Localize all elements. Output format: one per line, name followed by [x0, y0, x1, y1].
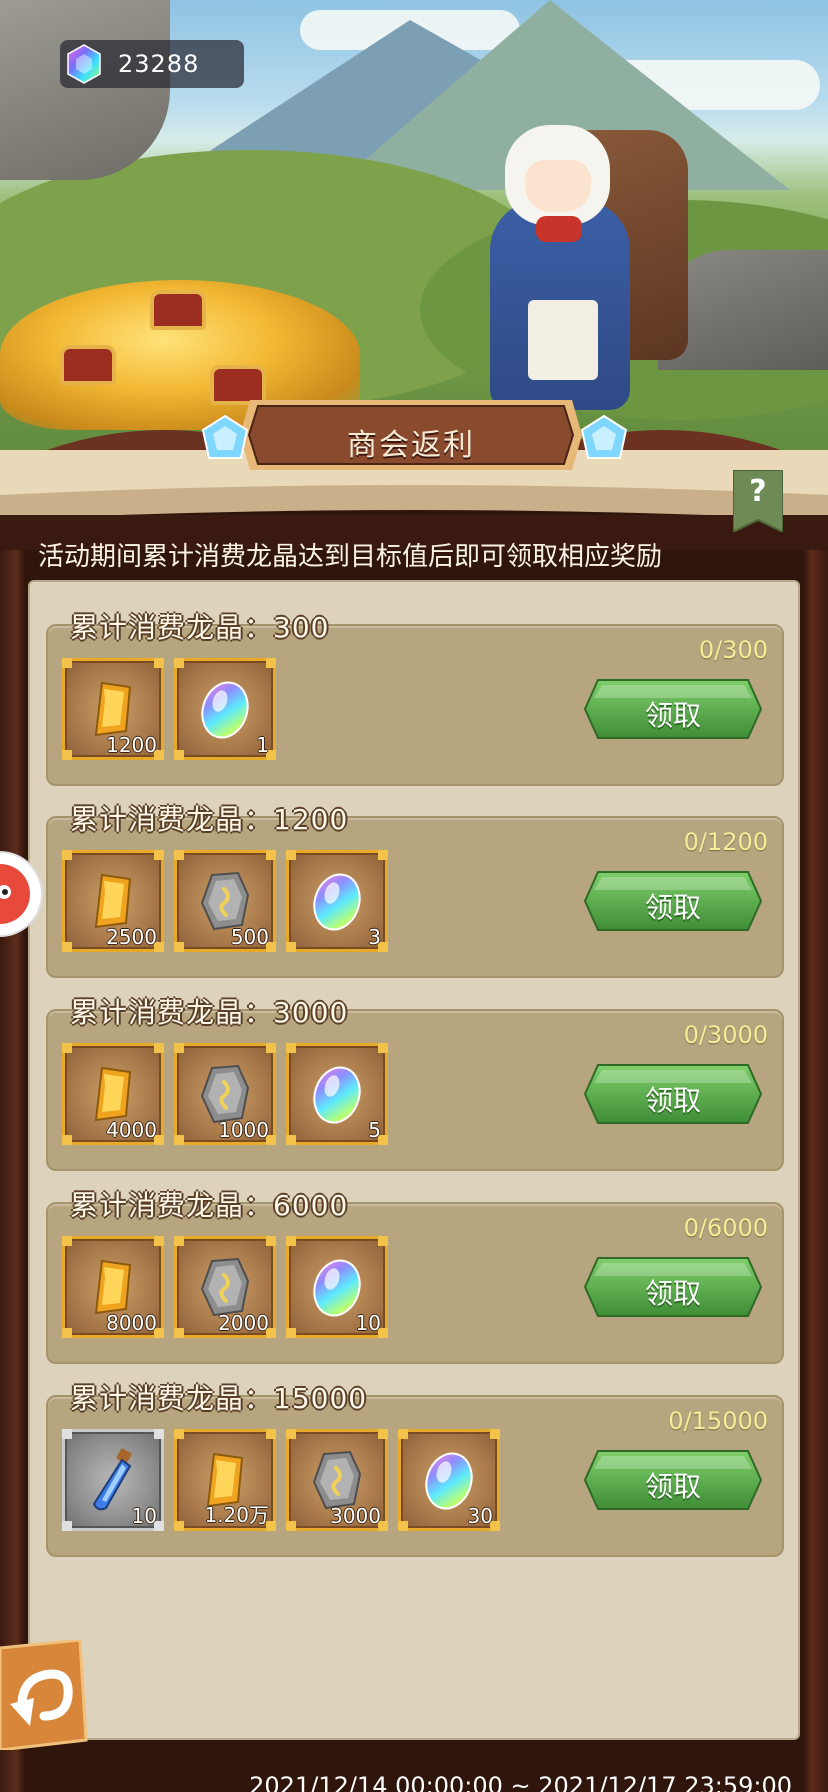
tier-progress: 0/300 [698, 636, 768, 664]
reward-slot[interactable]: 3000 [286, 1429, 388, 1531]
reward-quantity: 1200 [106, 733, 157, 757]
tier-progress: 0/15000 [668, 1407, 768, 1435]
mascot-bubble-icon[interactable] [0, 850, 44, 938]
tier-title: 累计消费龙晶：300 [70, 611, 330, 644]
decor-crystal-icon [580, 414, 628, 459]
reward-quantity: 1 [256, 733, 269, 757]
event-time-range: 2021/12/14 00:00:00 ~ 2021/12/17 23:59:0… [249, 1772, 792, 1792]
panel-title: 商会返利 [347, 428, 475, 463]
reward-quantity: 10 [355, 1311, 381, 1335]
reward-quantity: 1.20万 [204, 1503, 269, 1527]
reward-tier-card: 累计消费龙晶：3000 0/3000 4000 1000 5 领取 [46, 996, 784, 1171]
tier-title: 累计消费龙晶：1200 [70, 803, 349, 836]
reward-quantity: 1000 [218, 1118, 269, 1142]
claim-button-label: 领取 [644, 1277, 701, 1310]
currency-value: 23288 [118, 50, 200, 78]
reward-quantity: 30 [467, 1504, 493, 1528]
reward-quantity: 4000 [106, 1118, 157, 1142]
reward-slot[interactable]: 1 [174, 658, 276, 760]
reward-quantity: 2500 [106, 925, 157, 949]
reward-tier-card: 累计消费龙晶：1200 0/1200 2500 500 3 领取 [46, 803, 784, 978]
reward-quantity: 10 [131, 1504, 157, 1528]
tier-progress: 0/1200 [683, 828, 768, 856]
currency-counter[interactable]: 23288 [60, 40, 244, 88]
reward-slot[interactable]: 2000 [174, 1236, 276, 1338]
tier-title: 累计消费龙晶：6000 [70, 1189, 349, 1222]
help-button-label: ? [749, 474, 767, 509]
claim-button-label: 领取 [644, 891, 701, 924]
claim-button-label: 领取 [644, 699, 701, 732]
reward-slot[interactable]: 3 [286, 850, 388, 952]
reward-slot[interactable]: 1.20万 [174, 1429, 276, 1531]
reward-slot[interactable]: 5 [286, 1043, 388, 1145]
reward-quantity: 3000 [330, 1504, 381, 1528]
reward-slot[interactable]: 10 [62, 1429, 164, 1531]
dragon-crystal-icon [67, 44, 101, 84]
reward-slot[interactable]: 500 [174, 850, 276, 952]
reward-slot[interactable]: 8000 [62, 1236, 164, 1338]
tier-progress: 0/3000 [683, 1021, 768, 1049]
reward-slot[interactable]: 1000 [174, 1043, 276, 1145]
reward-quantity: 3 [368, 925, 381, 949]
back-arrow-icon[interactable] [0, 1640, 96, 1750]
reward-tier-card: 累计消费龙晶：6000 0/6000 8000 2000 10 领取 [46, 1189, 784, 1364]
reward-slot[interactable]: 2500 [62, 850, 164, 952]
tier-title: 累计消费龙晶：15000 [70, 1382, 368, 1415]
reward-slot[interactable]: 4000 [62, 1043, 164, 1145]
reward-quantity: 5 [368, 1118, 381, 1142]
reward-quantity: 500 [230, 925, 269, 949]
decor-crystal-icon [201, 414, 249, 459]
reward-quantity: 2000 [218, 1311, 269, 1335]
reward-slot[interactable]: 30 [398, 1429, 500, 1531]
reward-tier-card: 累计消费龙晶：15000 0/15000 10 1.20万 3000 30 领取 [46, 1382, 784, 1557]
reward-quantity: 8000 [106, 1311, 157, 1335]
reward-slot[interactable]: 10 [286, 1236, 388, 1338]
reward-tier-card: 累计消费龙晶：300 0/300 1200 1 领取 [46, 611, 784, 786]
tier-progress: 0/6000 [683, 1214, 768, 1242]
claim-button-label: 领取 [644, 1084, 701, 1117]
activity-description: 活动期间累计消费龙晶达到目标值后即可领取相应奖励 [38, 542, 663, 572]
reward-slot[interactable]: 1200 [62, 658, 164, 760]
tier-title: 累计消费龙晶：3000 [70, 996, 349, 1029]
claim-button-label: 领取 [644, 1470, 701, 1503]
